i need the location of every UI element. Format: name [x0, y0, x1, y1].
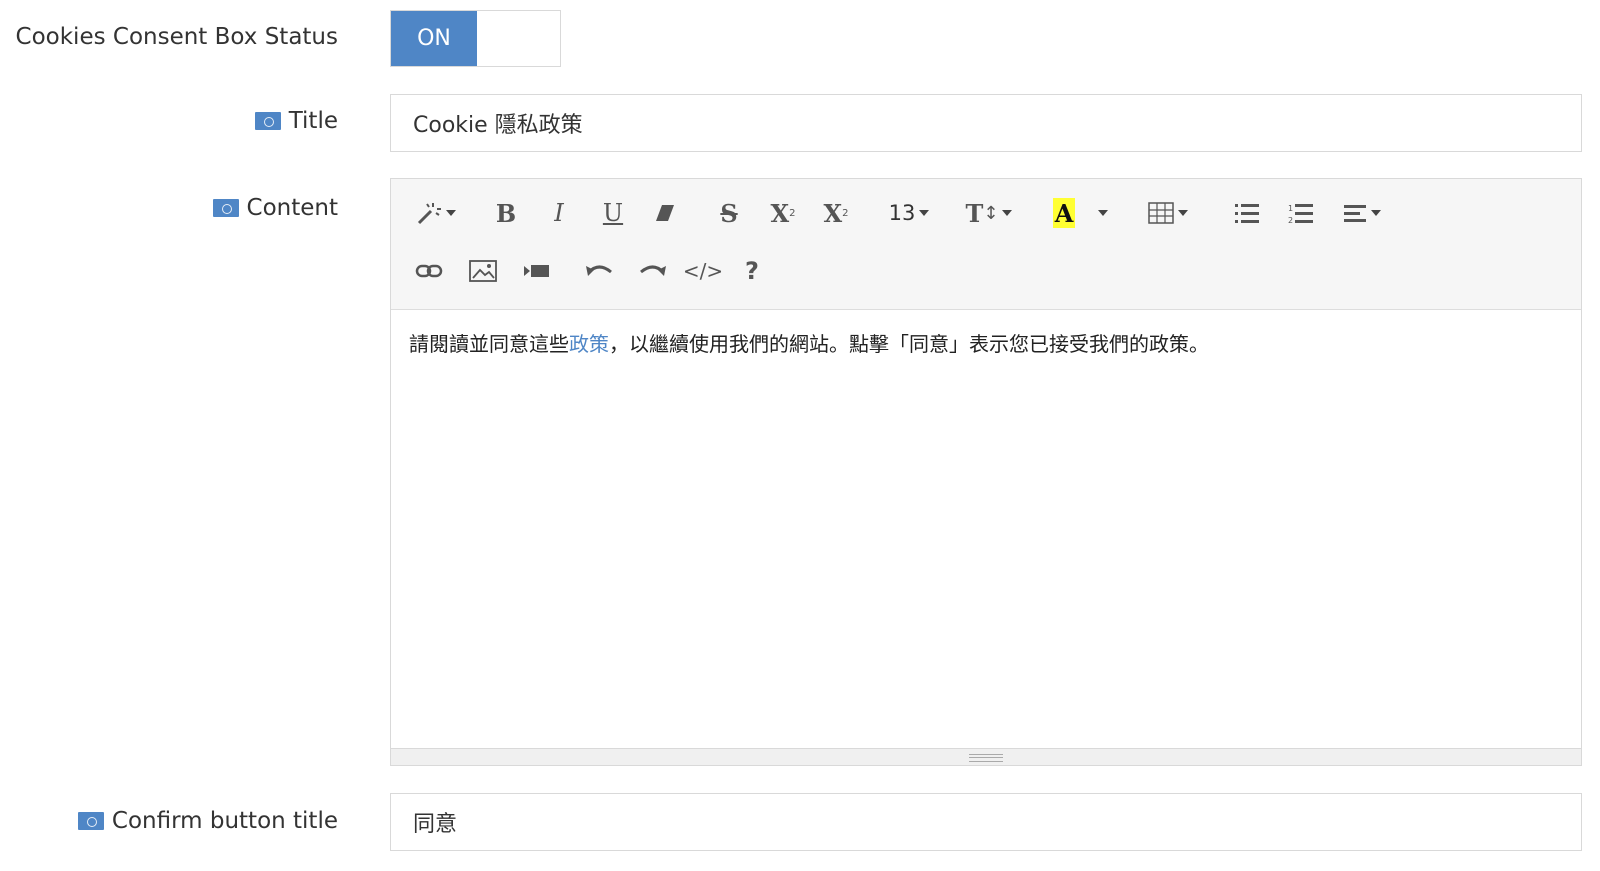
- table-dropdown[interactable]: [1143, 195, 1193, 231]
- image-button[interactable]: [463, 253, 503, 289]
- strikethrough-button[interactable]: S: [711, 195, 747, 231]
- confirm-row: Confirm button title 同意: [0, 790, 1600, 860]
- confirm-label: Confirm button title: [77, 808, 338, 834]
- ordered-list-button[interactable]: 1 2: [1283, 195, 1319, 231]
- editor-toolbar: B I U S X2 X2 13 T ↕ A 1 2 </> ?: [391, 179, 1581, 310]
- undo-button[interactable]: [579, 253, 619, 289]
- unordered-list-button[interactable]: [1229, 195, 1265, 231]
- title-input[interactable]: Cookie 隱私政策: [390, 94, 1582, 152]
- magic-wand-style-button[interactable]: [411, 195, 461, 231]
- content-label: Content: [212, 195, 338, 221]
- text-color-icon: A: [1053, 198, 1075, 228]
- editor-resize-handle[interactable]: [391, 748, 1581, 765]
- text-color-button[interactable]: A: [1049, 195, 1079, 231]
- magic-wand-icon: [417, 203, 441, 225]
- link-button[interactable]: [411, 253, 447, 289]
- language-flag-icon[interactable]: [77, 812, 104, 830]
- title-row: Title Cookie 隱私政策: [0, 90, 1600, 160]
- subscript-button[interactable]: X2: [816, 195, 856, 231]
- grip-icon: [969, 754, 1003, 762]
- svg-text:1: 1: [1288, 204, 1293, 213]
- help-button[interactable]: ?: [737, 253, 767, 289]
- image-icon: [469, 260, 497, 282]
- status-label: Cookies Consent Box Status: [15, 24, 338, 50]
- confirm-title-input[interactable]: 同意: [390, 793, 1582, 851]
- ordered-list-icon: 1 2: [1288, 204, 1313, 224]
- italic-button[interactable]: I: [541, 195, 577, 231]
- line-height-dropdown[interactable]: T ↕: [961, 195, 1017, 231]
- title-label: Title: [254, 108, 338, 134]
- font-size-dropdown[interactable]: 13: [881, 195, 937, 231]
- eraser-icon: [656, 205, 674, 221]
- editor-content[interactable]: 請閱讀並同意這些政策，以繼續使用我們的網站。點擊「同意」表示您已接受我們的政策。: [391, 310, 1581, 748]
- status-row: Cookies Consent Box Status ON: [0, 0, 1600, 80]
- toggle-on-part[interactable]: ON: [391, 11, 477, 66]
- language-flag-icon[interactable]: [212, 199, 239, 217]
- underline-button[interactable]: U: [595, 195, 631, 231]
- redo-icon: [640, 265, 666, 276]
- chevron-down-icon: [1002, 210, 1013, 216]
- policy-link[interactable]: 政策: [569, 332, 609, 356]
- chevron-down-icon: [919, 210, 930, 216]
- link-icon: [415, 264, 443, 278]
- chevron-down-icon: [1098, 210, 1108, 216]
- align-dropdown[interactable]: [1337, 195, 1387, 231]
- superscript-button[interactable]: X2: [763, 195, 803, 231]
- align-icon: [1344, 205, 1366, 222]
- unordered-list-icon: [1235, 204, 1259, 223]
- video-icon: [524, 265, 549, 277]
- chevron-down-icon: [446, 210, 456, 216]
- code-view-button[interactable]: </>: [683, 253, 723, 289]
- chevron-down-icon: [1178, 210, 1188, 216]
- svg-text:2: 2: [1288, 216, 1293, 224]
- rich-text-editor: B I U S X2 X2 13 T ↕ A 1 2 </> ? 請閱讀並同意這…: [390, 178, 1582, 766]
- bold-button[interactable]: B: [488, 195, 524, 231]
- eraser-button[interactable]: [647, 195, 683, 231]
- language-flag-icon[interactable]: [254, 112, 281, 130]
- status-toggle[interactable]: ON: [390, 10, 561, 67]
- redo-button[interactable]: [633, 253, 673, 289]
- text-color-dropdown[interactable]: [1091, 195, 1111, 231]
- chevron-down-icon: [1371, 210, 1381, 216]
- video-button[interactable]: [517, 253, 557, 289]
- table-icon: [1148, 202, 1174, 224]
- undo-icon: [586, 265, 612, 276]
